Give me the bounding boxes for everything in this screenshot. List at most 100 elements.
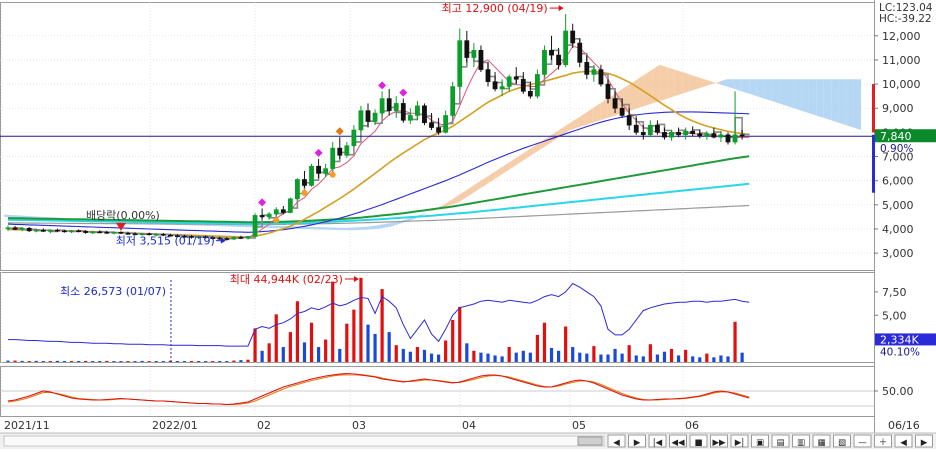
volume-bar <box>246 359 250 362</box>
volume-bar <box>408 351 412 362</box>
candle-body <box>259 215 265 218</box>
ichimoku-cloud-segment <box>4 214 12 218</box>
volume-bar <box>528 352 532 362</box>
candle-body <box>605 83 611 99</box>
candle-body <box>697 133 703 137</box>
candle-body <box>527 91 533 97</box>
candle-body <box>640 132 646 136</box>
volume-bar <box>331 281 335 362</box>
candle-body <box>725 134 731 143</box>
candle-body <box>224 238 230 240</box>
candle-body <box>351 129 357 146</box>
scroll-track[interactable] <box>3 435 605 447</box>
volume-bar <box>6 360 10 362</box>
volume-bar <box>712 357 716 362</box>
candle-body <box>626 115 632 126</box>
candle-body <box>323 168 329 174</box>
volume-bar <box>147 361 151 363</box>
volume-bar <box>352 309 356 362</box>
ichimoku-cloud-segment <box>674 69 683 97</box>
candle-body <box>330 147 336 169</box>
ichimoku-cloud-segment <box>831 79 839 123</box>
volume-bar <box>691 356 695 362</box>
volume-bar <box>662 351 667 362</box>
candle-body <box>252 215 258 237</box>
volume-bar <box>634 355 638 362</box>
ichimoku-cloud-segment <box>771 79 780 104</box>
candle-body <box>400 103 406 121</box>
candle-body <box>245 236 251 239</box>
candle-body <box>683 130 689 136</box>
candle-body <box>542 49 547 75</box>
volume-bar <box>345 323 349 362</box>
volume-bar <box>500 356 504 362</box>
volume-bar <box>189 361 194 363</box>
chart-svg: 12,00011,00010,0009,0008,0007,0006,0005,… <box>0 0 936 449</box>
volume-bar <box>493 355 497 362</box>
ichimoku-cloud-segment <box>309 226 317 230</box>
candle-body <box>302 179 307 186</box>
volume-max-annotation: 최대 44,944K (02/23) <box>230 273 343 286</box>
high-annotation: 최고 12,900 (04/19) <box>442 2 548 15</box>
ichimoku-cloud-segment <box>779 79 787 106</box>
ichimoku-cloud-segment <box>667 67 675 99</box>
volume-bar <box>316 347 321 362</box>
volume-bar <box>542 322 547 362</box>
volume-bar <box>444 340 448 362</box>
candle-body <box>76 230 81 232</box>
table-button-glyph: ▧ <box>838 438 846 448</box>
scroll-thumb[interactable] <box>577 436 603 446</box>
candle-body <box>40 229 46 232</box>
volume-bar <box>13 360 17 362</box>
ichimoku-cloud-segment <box>816 79 824 118</box>
candle-body <box>732 134 738 143</box>
candle-body <box>62 230 67 233</box>
candle-body <box>55 229 60 232</box>
signal-dot <box>273 217 280 224</box>
osc-tick-label: 50.00 <box>882 385 914 398</box>
volume-bar <box>20 360 24 362</box>
x-axis-label: 06/16 <box>888 419 920 432</box>
candle-body <box>598 69 604 85</box>
volume-bar <box>465 343 469 362</box>
scroll-left-button-glyph: ◀ <box>613 438 620 448</box>
volume-bar <box>549 347 554 362</box>
candle-body <box>316 165 321 174</box>
price-tick-label: 5,000 <box>882 199 914 212</box>
volume-bar <box>211 361 215 363</box>
volume-bar <box>154 361 158 363</box>
volume-bar <box>641 356 645 362</box>
candle-body <box>415 105 420 116</box>
volume-bar <box>309 322 314 362</box>
volume-bar <box>705 353 709 362</box>
ichimoku-cloud-segment <box>764 79 772 101</box>
forward-button-glyph: ▶▶ <box>712 438 726 448</box>
volume-tick-label: 5,00 <box>882 309 907 322</box>
candle-body <box>273 209 279 215</box>
candle-body <box>492 81 498 90</box>
candle-body <box>563 30 569 66</box>
candle-body <box>619 107 625 116</box>
go-end-button-glyph: ▶| <box>735 438 744 448</box>
candle-body <box>47 229 53 232</box>
rewind-button-glyph: ◀◀ <box>671 438 685 448</box>
range-bar-down <box>872 134 875 193</box>
candle-body <box>662 132 667 138</box>
ichimoku-cloud-segment <box>361 226 370 230</box>
ichimoku-cloud-segment <box>324 227 332 230</box>
stock-chart: 12,00011,00010,0009,0008,0007,0006,0005,… <box>0 0 936 449</box>
volume-bar <box>719 355 723 362</box>
candle-body <box>12 227 18 230</box>
chart-option-button-glyph: ▤ <box>776 438 784 448</box>
candle-body <box>443 115 449 133</box>
current-price-label: 7,840 <box>880 130 912 143</box>
volume-bar <box>366 324 370 362</box>
candle-body <box>280 209 286 213</box>
volume-bar <box>105 360 109 362</box>
candle-body <box>407 115 413 121</box>
volume-bar <box>606 354 610 362</box>
volume-bar <box>48 361 52 363</box>
volume-bar <box>627 345 631 362</box>
signal-dot <box>329 171 336 178</box>
volume-bar <box>359 277 363 362</box>
